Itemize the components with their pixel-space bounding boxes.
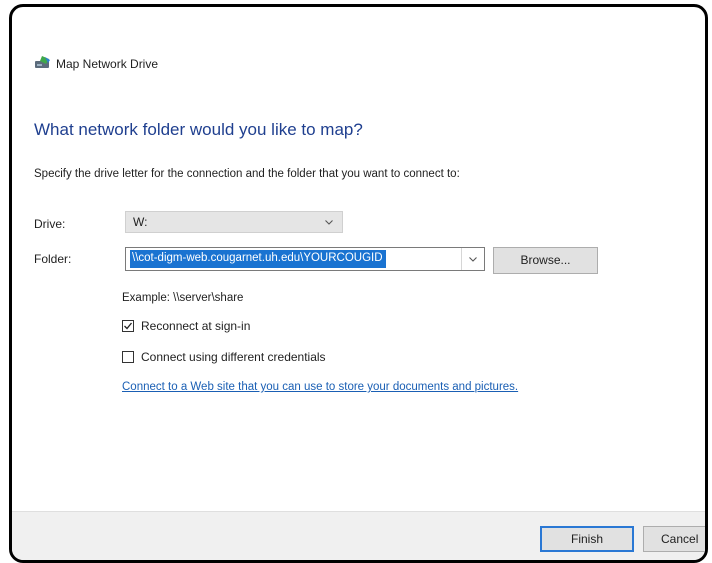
reconnect-label: Reconnect at sign-in: [141, 319, 251, 333]
reconnect-option[interactable]: Reconnect at sign-in: [122, 319, 322, 335]
checkmark-icon: [124, 322, 133, 330]
different-credentials-label: Connect using different credentials: [141, 350, 326, 364]
folder-dropdown-button[interactable]: [461, 248, 484, 270]
reconnect-checkbox[interactable]: [122, 320, 134, 332]
finish-button[interactable]: Finish: [540, 526, 634, 552]
page-heading: What network folder would you like to ma…: [34, 120, 363, 139]
chevron-down-icon: [469, 257, 477, 262]
browse-button[interactable]: Browse...: [493, 247, 598, 274]
folder-value: \\cot-digm-web.cougarnet.uh.edu\YOURCOUG…: [130, 250, 386, 268]
map-network-drive-dialog: Map Network Drive What network folder wo…: [9, 4, 708, 563]
example-text: Example: \\server\share: [122, 292, 244, 304]
chevron-down-icon: [325, 220, 333, 225]
folder-label: Folder:: [34, 252, 72, 266]
instructions-text: Specify the drive letter for the connect…: [34, 168, 460, 180]
folder-input[interactable]: \\cot-digm-web.cougarnet.uh.edu\YOURCOUG…: [125, 247, 485, 271]
cancel-button[interactable]: Cancel: [643, 526, 705, 552]
window-title: Map Network Drive: [56, 57, 159, 71]
title-bar: Map Network Drive: [12, 7, 705, 117]
different-credentials-checkbox[interactable]: [122, 351, 134, 363]
drive-value: W:: [133, 215, 148, 229]
drive-select[interactable]: W:: [125, 211, 343, 233]
network-drive-icon: [34, 55, 52, 71]
drive-label: Drive:: [34, 217, 66, 231]
different-credentials-option[interactable]: Connect using different credentials: [122, 350, 402, 366]
web-site-link[interactable]: Connect to a Web site that you can use t…: [122, 381, 518, 393]
